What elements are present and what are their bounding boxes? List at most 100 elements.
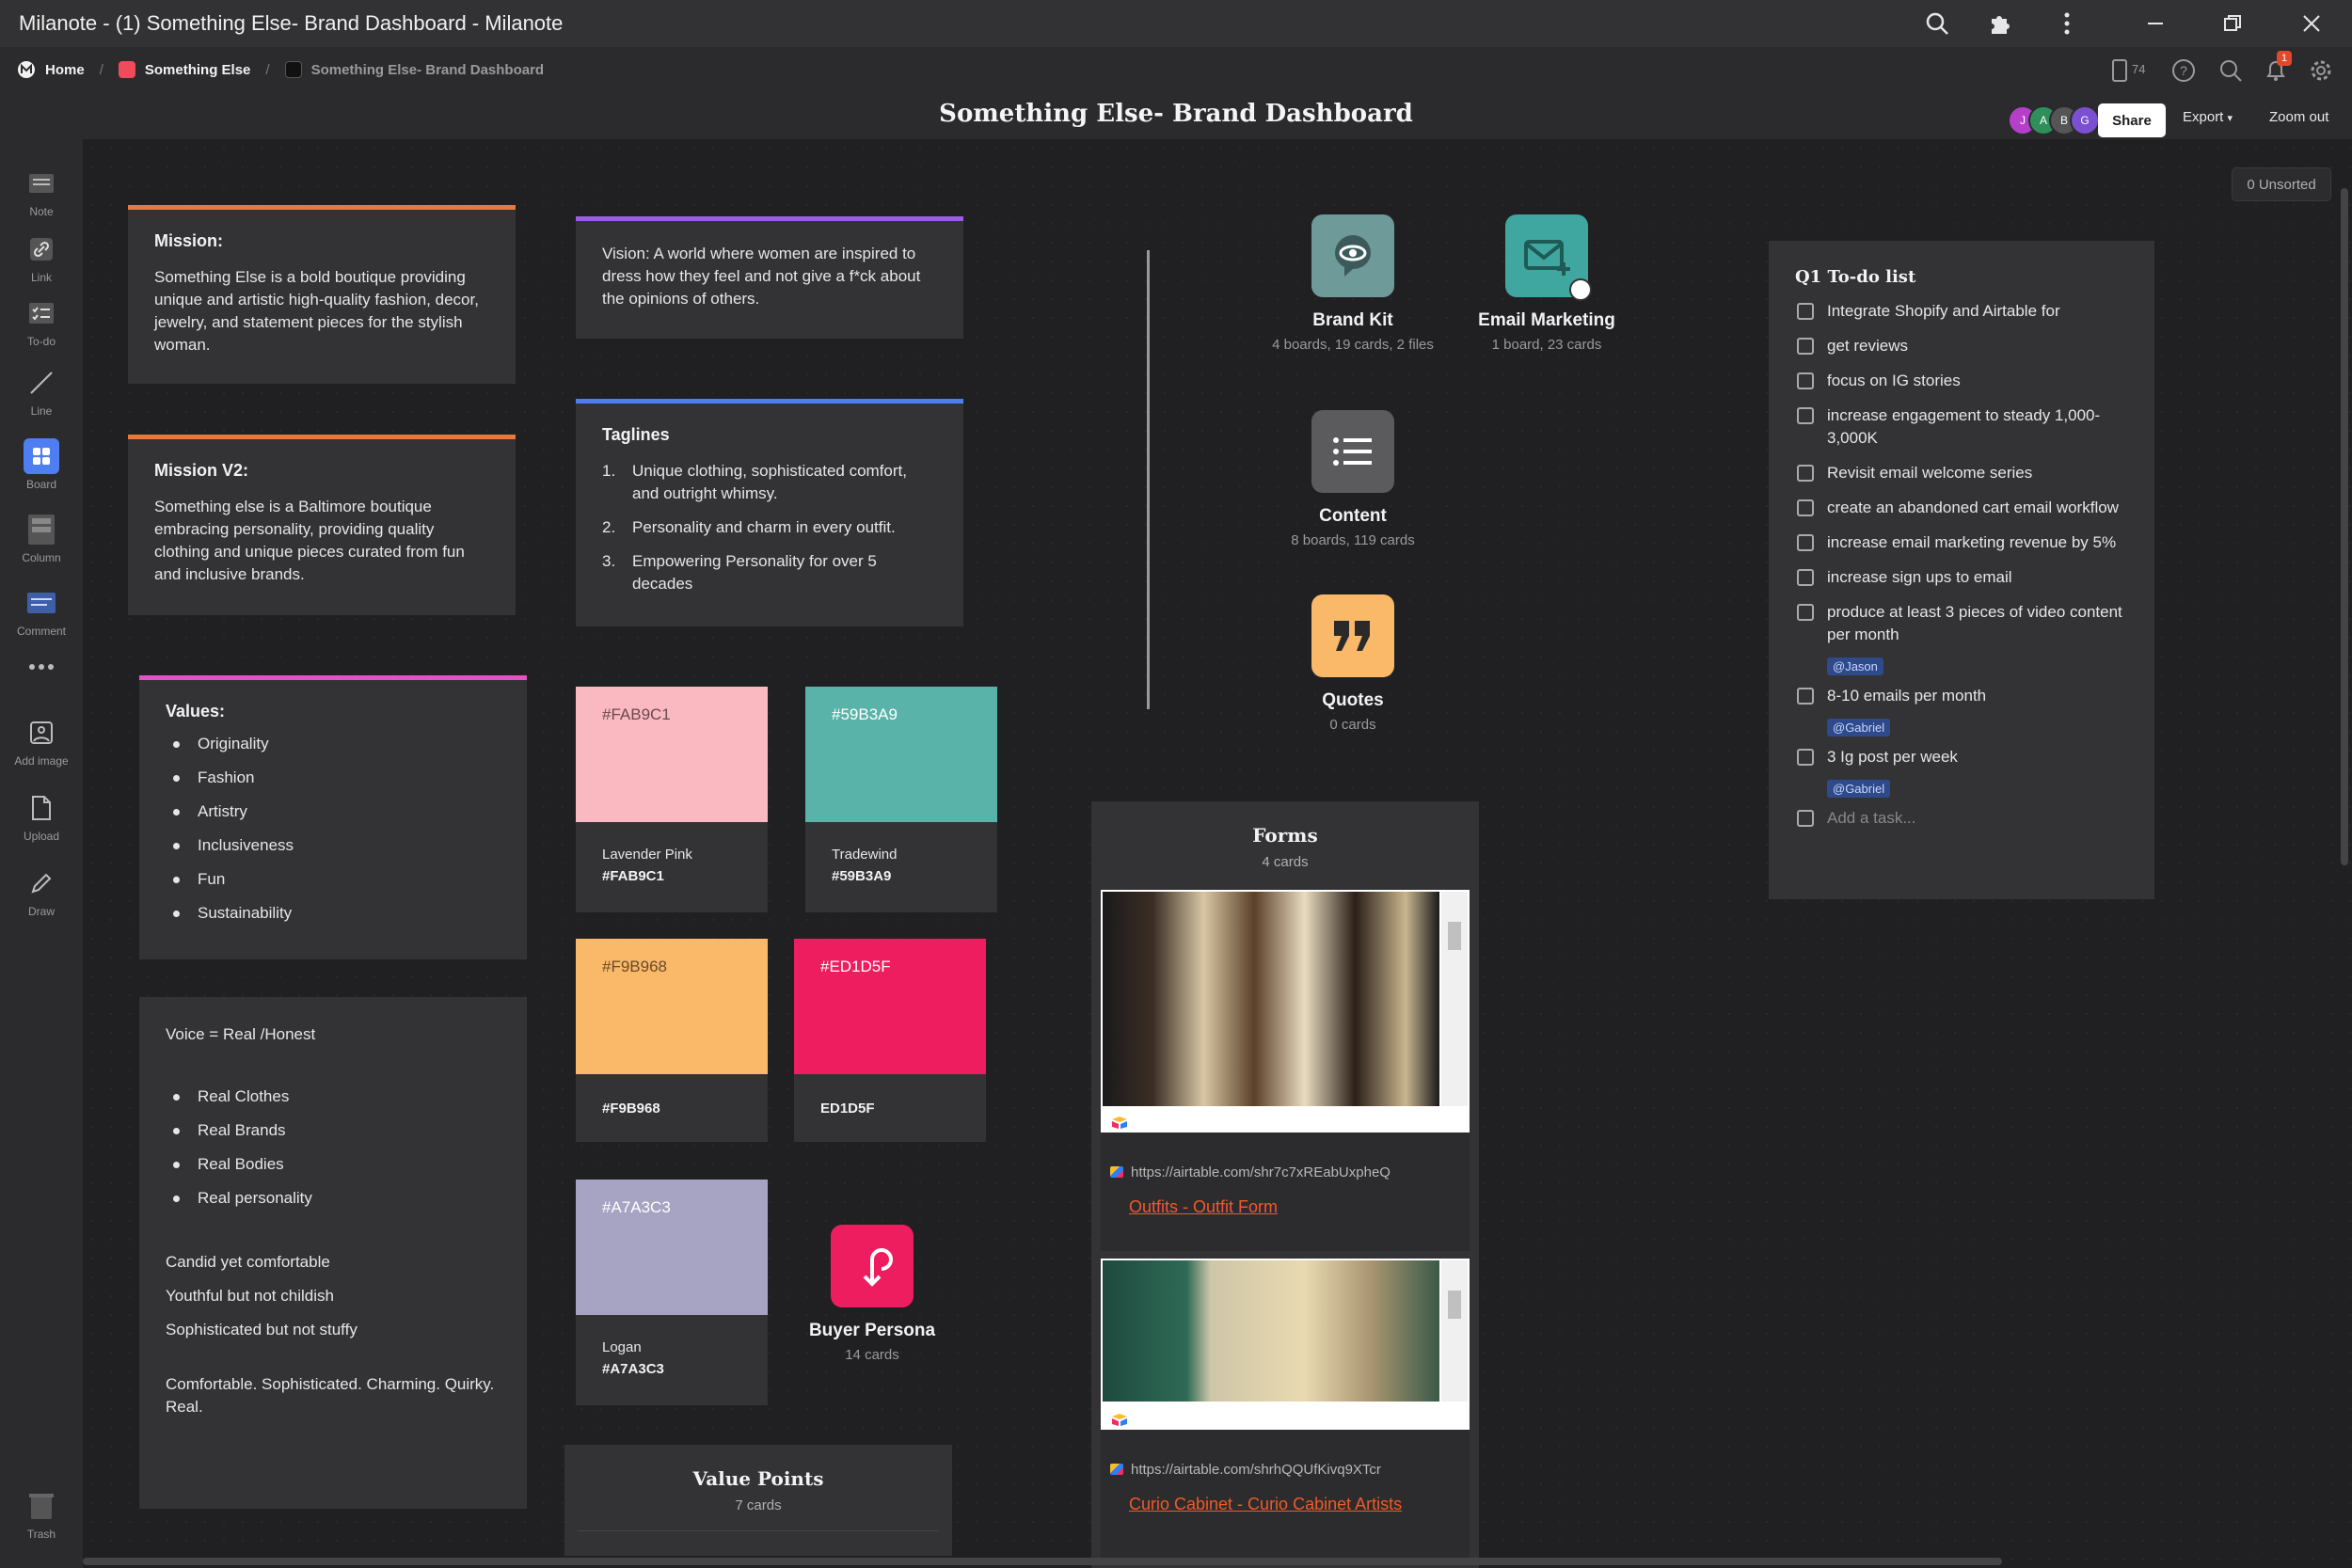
checkbox[interactable] [1797,303,1814,320]
todo-item[interactable]: create an abandoned cart email workflow [1795,497,2128,519]
tool-note[interactable]: Note [0,166,83,218]
checkbox[interactable] [1797,534,1814,551]
device-icon[interactable] [2106,56,2134,85]
vision-card[interactable]: Vision: A world where women are inspired… [576,216,963,339]
checkbox[interactable] [1797,688,1814,705]
mention-tag[interactable]: @Gabriel [1827,780,1891,798]
board-title[interactable]: Something Else- Brand Dashboard [0,100,2352,128]
vertical-line[interactable] [1147,250,1150,709]
todo-item[interactable]: get reviews [1795,335,2128,357]
checkbox[interactable] [1797,604,1814,621]
horizontal-scrollbar[interactable] [83,1558,2002,1565]
form-link-card[interactable]: https://airtable.com/shrhQQUfKivq9XTcr C… [1101,1259,1470,1558]
tool-line[interactable]: Line [0,365,83,418]
color-swatch[interactable]: #59B3A9 Tradewind #59B3A9 [805,687,997,912]
unsorted-button[interactable]: 0 Unsorted [2232,167,2331,201]
value-points-column[interactable]: Value Points 7 cards [564,1445,952,1556]
todo-item[interactable]: Revisit email welcome series [1795,462,2128,484]
tool-upload[interactable]: Upload [0,790,83,843]
mission-card[interactable]: Mission: Something Else is a bold boutiq… [128,205,516,384]
vertical-scrollbar[interactable] [2341,188,2348,865]
tool-comment[interactable]: Comment [0,585,83,638]
form-link[interactable]: Outfits - Outfit Form [1101,1197,1470,1217]
swatch-color: #F9B968 [576,939,768,1074]
search-icon[interactable] [1923,9,1951,38]
tool-add-image[interactable]: Add image [0,715,83,768]
todo-item[interactable]: 8-10 emails per month [1795,685,2128,707]
preview-scrollbar[interactable] [1441,892,1468,1106]
todo-item[interactable]: produce at least 3 pieces of video conte… [1795,601,2128,646]
checkbox[interactable] [1797,569,1814,586]
todo-item[interactable]: increase email marketing revenue by 5% [1795,531,2128,554]
todo-list-card[interactable]: Q1 To-do list Integrate Shopify and Airt… [1769,241,2154,899]
board-navbar: Home / Something Else / Something Else- … [0,47,2352,139]
board-email-marketing[interactable]: Email Marketing 1 board, 23 cards [1453,214,1641,353]
form-link-card[interactable]: https://airtable.com/shr7c7xREabUxpheQ O… [1101,890,1470,1251]
breadcrumb-something-else[interactable]: Something Else [118,61,250,78]
tool-label: Column [22,551,61,564]
minimize-icon[interactable] [2141,9,2169,38]
extensions-icon[interactable] [1985,9,2013,38]
taglines-card[interactable]: Taglines 1. Unique clothing, sophisticate… [576,399,963,626]
color-swatch[interactable]: #A7A3C3 Logan #A7A3C3 [576,1180,768,1405]
tool-trash[interactable]: Trash [0,1488,83,1541]
board-content[interactable]: Content 8 boards, 119 cards [1259,410,1447,548]
board-title: Email Marketing [1478,310,1615,330]
board-buyer-persona[interactable]: Buyer Persona 14 cards [778,1225,966,1363]
form-url: https://airtable.com/shrhQQUfKivq9XTcr [1101,1462,1470,1478]
checkbox[interactable] [1797,749,1814,766]
gear-icon[interactable] [2307,56,2335,85]
mission-v2-card[interactable]: Mission V2: Something else is a Baltimor… [128,435,516,615]
swatch-hex: #59B3A9 [832,868,892,884]
notification-badge: 1 [2277,51,2292,66]
zoom-out-button[interactable]: Zoom out [2269,109,2328,125]
checkbox[interactable] [1797,465,1814,482]
board-brand-kit[interactable]: Brand Kit 4 boards, 19 cards, 2 files [1259,214,1447,353]
form-link[interactable]: Curio Cabinet - Curio Cabinet Artists [1101,1495,1470,1514]
color-swatch[interactable]: #FAB9C1 Lavender Pink #FAB9C1 [576,687,768,912]
search-icon[interactable] [2217,56,2245,85]
breadcrumb-home[interactable]: Home [17,60,85,79]
share-button[interactable]: Share [2098,103,2166,137]
checkbox[interactable] [1797,499,1814,516]
mention-tag[interactable]: @Jason [1827,657,1883,675]
tool-draw[interactable]: Draw [0,865,83,918]
tool-link[interactable]: Link [0,231,83,284]
help-icon[interactable]: ? [2169,56,2198,85]
values-card[interactable]: Values: Originality Fashion Artistry Inc… [139,675,527,959]
todo-item[interactable]: 3 Ig post per week [1795,746,2128,768]
checkbox[interactable] [1797,407,1814,424]
todo-item[interactable]: focus on IG stories [1795,370,2128,392]
avatar[interactable]: G [2070,105,2100,135]
close-icon[interactable] [2297,9,2326,38]
checkbox[interactable] [1797,810,1814,827]
preview-scrollbar[interactable] [1441,1260,1468,1402]
tool-more[interactable] [0,649,83,685]
checkbox[interactable] [1797,338,1814,355]
checkbox[interactable] [1797,372,1814,389]
column-card-preview [578,1530,939,1545]
todo-item[interactable]: increase sign ups to email [1795,566,2128,589]
form-preview[interactable] [1101,890,1470,1132]
color-swatch[interactable]: #F9B968 #F9B968 [576,939,768,1142]
add-task-row[interactable]: Add a task... [1795,807,2128,830]
tool-board[interactable]: Board [0,438,83,491]
swatch-color: #59B3A9 [805,687,997,822]
form-preview[interactable] [1101,1259,1470,1430]
export-label: Export [2183,109,2224,125]
todo-item[interactable]: Integrate Shopify and Airtable for [1795,300,2128,323]
tool-column[interactable]: Column [0,512,83,564]
todo-item[interactable]: increase engagement to steady 1,000-3,00… [1795,404,2128,450]
restore-icon[interactable] [2218,9,2247,38]
mention-tag[interactable]: @Gabriel [1827,719,1891,736]
breadcrumb-current[interactable]: Something Else- Brand Dashboard [284,61,544,78]
collaborator-avatars[interactable]: JABG [2008,105,2100,135]
voice-card[interactable]: Voice = Real /Honest Real Clothes Real B… [139,997,527,1509]
swatch-hex: #A7A3C3 [602,1361,664,1377]
board-quotes[interactable]: Quotes 0 cards [1259,594,1447,733]
more-vertical-icon[interactable] [2053,9,2081,38]
color-swatch[interactable]: #ED1D5F ED1D5F [794,939,986,1142]
add-task-input[interactable]: Add a task... [1827,807,1916,830]
export-menu-button[interactable]: Export ▾ [2183,109,2233,125]
tool-todo[interactable]: To-do [0,295,83,348]
